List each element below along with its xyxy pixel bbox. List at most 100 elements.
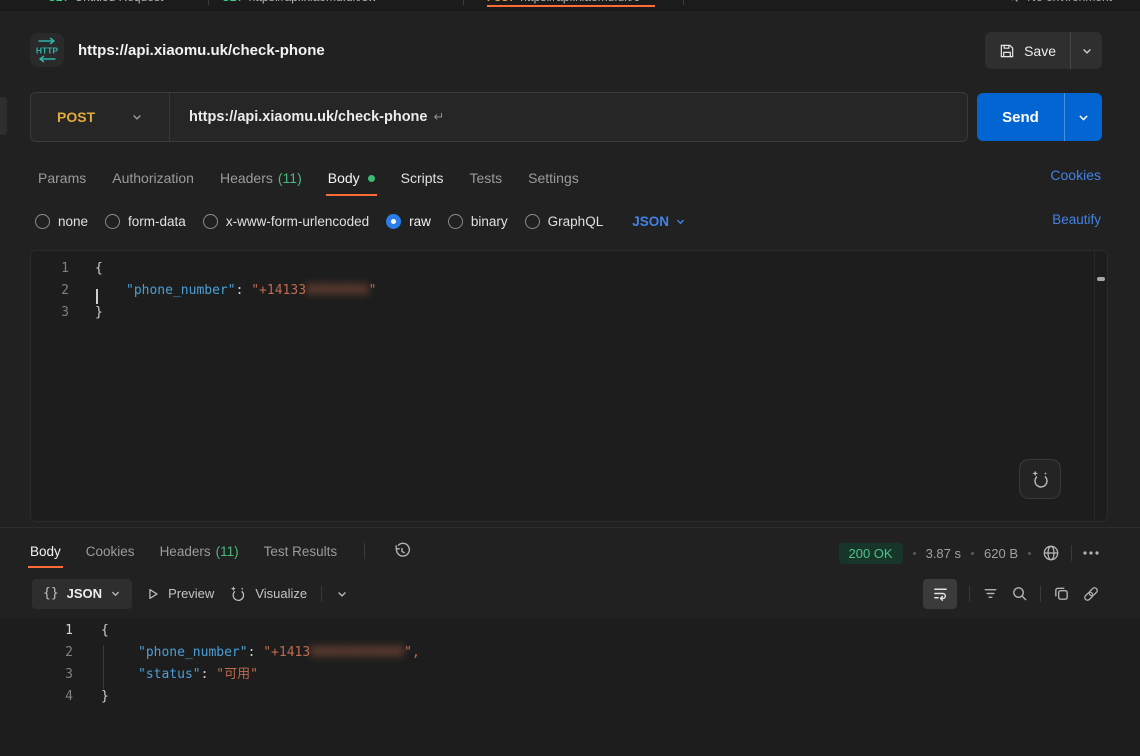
scrollbar-thumb[interactable] [1097, 277, 1105, 281]
tab-settings[interactable]: Settings [528, 160, 579, 196]
save-icon [999, 43, 1015, 59]
json-key: "status" [138, 667, 201, 682]
tab-params[interactable]: Params [38, 160, 86, 196]
http-request-icon: HTTP [30, 33, 64, 67]
beautify-link[interactable]: Beautify [1052, 212, 1101, 227]
filter-icon [982, 585, 999, 602]
tab-scripts[interactable]: Scripts [401, 160, 444, 196]
language-dropdown[interactable]: JSON [632, 214, 686, 229]
tab-tests[interactable]: Tests [469, 160, 502, 196]
wrap-text-button[interactable] [923, 579, 957, 609]
response-tab-headers[interactable]: Headers (11) [160, 534, 239, 568]
response-tab-cookies[interactable]: Cookies [86, 534, 135, 568]
search-response-button[interactable] [1011, 585, 1028, 602]
radio-x-www-form-urlencoded [203, 214, 218, 229]
code-lines: { "phone_number": "+1413888888888888", "… [101, 620, 420, 756]
response-more-button[interactable] [1082, 550, 1100, 556]
save-button[interactable]: Save [985, 32, 1070, 69]
editor-scrollbar[interactable] [1094, 251, 1107, 521]
tab-headers[interactable]: Headers (11) [220, 160, 302, 196]
send-split-button: Send [977, 93, 1102, 141]
copy-response-button[interactable] [1053, 585, 1070, 602]
request-body-editor[interactable]: 1 2 3 { "phone_number": "+1413388888888"… [30, 250, 1108, 522]
mode-x-www-form-urlencoded[interactable]: x-www-form-urlencoded [203, 214, 369, 229]
workspace-tab-active[interactable]: POSThttps://api.xiaomu.uk/c [487, 0, 640, 4]
wrap-text-icon [932, 585, 949, 602]
code-token: { [101, 623, 109, 638]
copy-icon [1053, 585, 1070, 602]
svg-text:HTTP: HTTP [36, 46, 59, 56]
response-format-dropdown[interactable]: {} JSON [32, 579, 132, 609]
sidebar-collapsed-handle[interactable] [0, 97, 7, 135]
status-badge[interactable]: 200 OK [839, 543, 903, 564]
chevron-down-icon [675, 216, 686, 227]
json-key: "phone_number" [138, 645, 248, 660]
send-options-button[interactable] [1064, 93, 1102, 141]
tab-title: https://api.xiaomu.uk/sw [249, 0, 377, 4]
mode-raw[interactable]: raw [386, 214, 431, 229]
url-input[interactable]: https://api.xiaomu.uk/check-phone ↵ [189, 109, 444, 125]
divider [969, 586, 970, 602]
more-icon [1082, 550, 1100, 556]
workspace-tab-1[interactable]: GETUntitled Request [48, 0, 163, 4]
response-history-button[interactable] [392, 541, 412, 561]
response-tools-right [923, 578, 1100, 609]
postbot-button[interactable] [1019, 459, 1061, 499]
return-symbol: ↵ [433, 109, 444, 124]
radio-graphql [525, 214, 540, 229]
preview-button[interactable]: Preview [146, 586, 214, 601]
url-value: https://api.xiaomu.uk/check-phone [189, 109, 427, 125]
json-value: ", [404, 645, 420, 660]
send-button[interactable]: Send [977, 93, 1064, 141]
mode-binary[interactable]: binary [448, 214, 508, 229]
url-bar: POST https://api.xiaomu.uk/check-phone ↵ [30, 92, 968, 142]
response-tab-test-results[interactable]: Test Results [264, 534, 338, 568]
divider [1040, 586, 1041, 602]
radio-none [35, 214, 50, 229]
divider [364, 543, 365, 559]
response-tab-body[interactable]: Body [30, 534, 61, 568]
chevron-down-icon [131, 111, 143, 123]
workspace-tab-2[interactable]: GET https://api.xiaomu.uk/sw [222, 0, 377, 4]
dot-separator [1028, 552, 1031, 555]
code-token: } [95, 305, 103, 320]
response-size[interactable]: 620 B [984, 546, 1018, 561]
link-button[interactable] [1082, 585, 1100, 603]
method-badge-get: GET [222, 0, 243, 4]
request-title-row: HTTP https://api.xiaomu.uk/check-phone [30, 30, 960, 70]
environment-selector[interactable]: No environment [1007, 0, 1112, 4]
request-name[interactable]: https://api.xiaomu.uk/check-phone [78, 42, 325, 59]
preview-label: Preview [168, 586, 214, 601]
chevron-down-icon [110, 588, 121, 599]
save-options-button[interactable] [1070, 32, 1102, 69]
code-token: : [248, 645, 264, 660]
network-info-button[interactable] [1041, 543, 1061, 563]
mode-form-data[interactable]: form-data [105, 214, 186, 229]
mode-label: binary [471, 214, 508, 229]
mode-label: x-www-form-urlencoded [226, 214, 369, 229]
response-meta: 200 OK 3.87 s 620 B [839, 541, 1101, 565]
response-time[interactable]: 3.87 s [926, 546, 961, 561]
visualize-button[interactable]: Visualize [228, 584, 307, 603]
save-split-button: Save [985, 32, 1102, 69]
mode-graphql[interactable]: GraphQL [525, 214, 604, 229]
new-tab-button[interactable]: + [695, 0, 702, 4]
redacted-value: 888888888888 [310, 645, 404, 660]
code-token: } [101, 689, 109, 704]
response-body-viewer[interactable]: 1 2 3 4 { "phone_number": "+141388888888… [0, 618, 1140, 756]
line-numbers: 1 2 3 [31, 258, 69, 521]
cookies-link[interactable]: Cookies [1050, 167, 1101, 183]
response-section-divider [0, 527, 1140, 528]
postman-app: GETUntitled Request GET https://api.xiaom… [0, 0, 1140, 756]
tab-body[interactable]: Body [328, 160, 375, 196]
toolbar-chevron-down-icon[interactable] [336, 588, 348, 600]
active-tab-underline [487, 5, 655, 8]
divider [321, 586, 322, 602]
code-lines: { "phone_number": "+1413388888888" } [95, 258, 376, 521]
method-selector[interactable]: POST [31, 109, 143, 125]
tab-authorization[interactable]: Authorization [112, 160, 194, 196]
filter-button[interactable] [982, 585, 999, 602]
json-value: "+1413 [263, 645, 310, 660]
mode-none[interactable]: none [35, 214, 88, 229]
mode-label: GraphQL [548, 214, 604, 229]
